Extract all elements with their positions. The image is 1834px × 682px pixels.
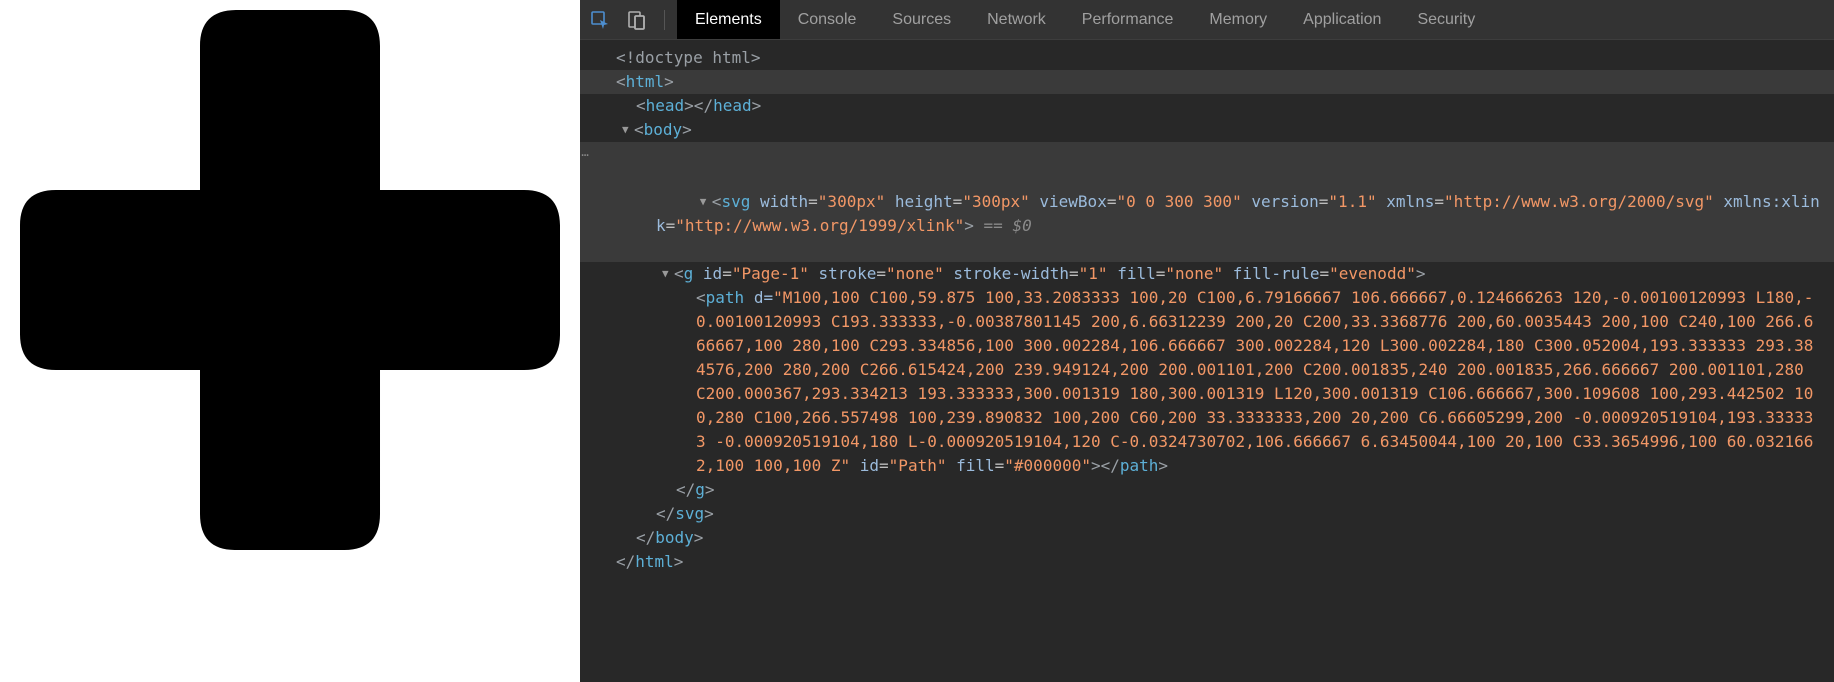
tab-elements[interactable]: Elements [677,0,780,39]
dom-head[interactable]: <head></head> [580,94,1834,118]
tab-performance[interactable]: Performance [1064,0,1192,39]
device-toolbar-icon[interactable] [624,8,648,32]
dom-html-open[interactable]: <html> [580,70,1834,94]
plus-icon [20,10,560,550]
tab-network[interactable]: Network [969,0,1064,39]
dom-g-open[interactable]: ▼<g id="Page-1" stroke="none" stroke-wid… [580,262,1834,286]
dom-path[interactable]: <path d="M100,100 C100,59.875 100,33.208… [580,286,1834,478]
tab-security[interactable]: Security [1399,0,1493,39]
dom-doctype[interactable]: <!doctype html> [580,46,1834,70]
toolbar-divider [664,10,665,30]
tab-console[interactable]: Console [780,0,875,39]
gutter-ellipsis-icon[interactable]: ⋯ [580,146,594,164]
rendered-page-pane [0,0,580,682]
elements-tree[interactable]: <!doctype html> <html> <head></head> ▼<b… [580,40,1834,682]
dom-html-close[interactable]: </html> [580,550,1834,574]
dom-body-open[interactable]: ▼<body> [580,118,1834,142]
dom-g-close[interactable]: </g> [580,478,1834,502]
tab-sources[interactable]: Sources [874,0,969,39]
devtools-toolbar: Elements Console Sources Network Perform… [580,0,1834,40]
dom-body-close[interactable]: </body> [580,526,1834,550]
dom-svg-close[interactable]: </svg> [580,502,1834,526]
devtools-tabs: Elements Console Sources Network Perform… [677,0,1493,39]
tab-memory[interactable]: Memory [1191,0,1285,39]
dom-svg-open[interactable]: ⋯ ▼<svg width="300px" height="300px" vie… [580,142,1834,262]
devtools-panel: Elements Console Sources Network Perform… [580,0,1834,682]
tab-application[interactable]: Application [1285,0,1399,39]
inspect-element-icon[interactable] [588,8,612,32]
